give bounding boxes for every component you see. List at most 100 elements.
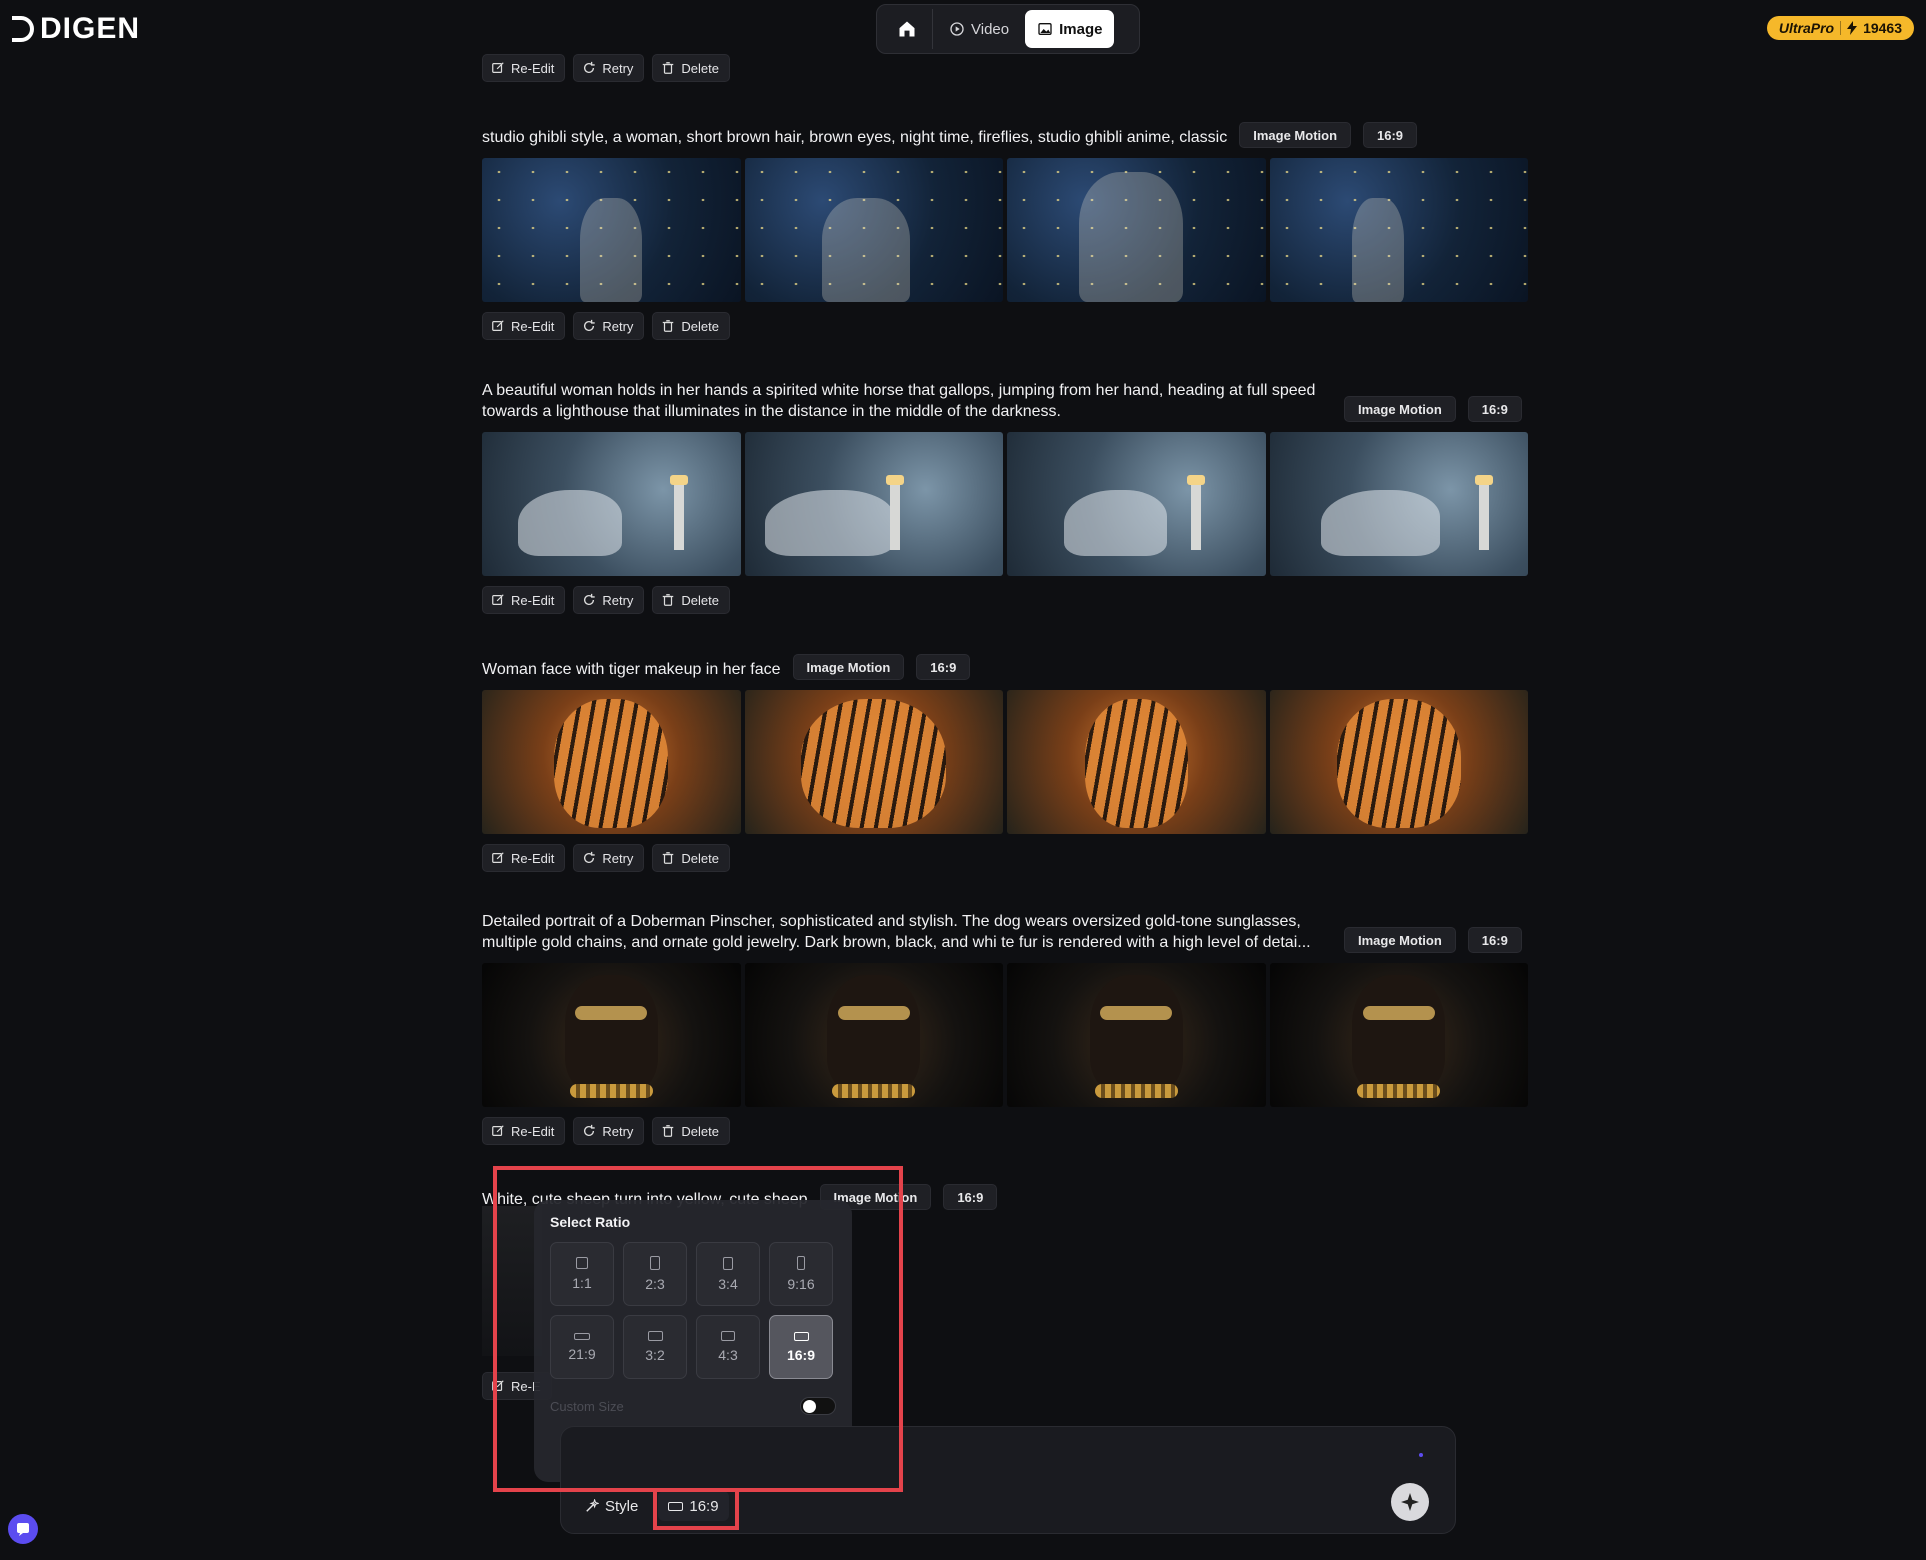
ratio-option-9-16[interactable]: 9:16 xyxy=(769,1242,833,1306)
credits-badge[interactable]: UltraPro 19463 xyxy=(1766,16,1914,40)
generation-card: studio ghibli style, a woman, short brow… xyxy=(482,122,1528,340)
popup-title: Select Ratio xyxy=(550,1214,631,1230)
video-tab-label: Video xyxy=(971,20,1010,38)
delete-label: Delete xyxy=(681,1123,719,1139)
video-icon xyxy=(950,22,964,36)
reedit-button[interactable]: Re-Edit xyxy=(482,586,566,614)
ratio-option-21-9[interactable]: 21:9 xyxy=(550,1315,614,1379)
delete-button[interactable]: Delete xyxy=(652,312,730,340)
ratio-option-4-3[interactable]: 4:3 xyxy=(696,1315,760,1379)
generated-image[interactable] xyxy=(744,690,1003,834)
status-dot xyxy=(1419,1453,1423,1457)
generated-image[interactable] xyxy=(744,963,1003,1107)
generated-image[interactable] xyxy=(744,432,1003,576)
ratio-option-3-2[interactable]: 3:2 xyxy=(623,1315,687,1379)
ratio-option-label: 16:9 xyxy=(786,1346,816,1363)
style-button[interactable]: Style xyxy=(575,1491,648,1521)
reedit-button[interactable]: Re-Edit xyxy=(482,54,566,82)
portrait-ratio-icon xyxy=(723,1256,733,1270)
generation-card: Detailed portrait of a Doberman Pinscher… xyxy=(482,911,1528,1145)
reedit-button[interactable]: Re-Edit xyxy=(482,844,566,872)
generated-image[interactable] xyxy=(482,432,741,576)
retry-button[interactable]: Retry xyxy=(573,54,645,82)
generated-image[interactable] xyxy=(1269,963,1528,1107)
chat-icon xyxy=(17,1523,29,1536)
ratio-option-label: 1:1 xyxy=(572,1275,592,1291)
ratio-option-3-4[interactable]: 3:4 xyxy=(696,1242,760,1306)
delete-button[interactable]: Delete xyxy=(652,1117,730,1145)
reedit-button[interactable]: Re-Edit xyxy=(482,1117,566,1145)
edit-icon xyxy=(492,852,504,863)
thumbnail-row xyxy=(482,158,1528,302)
edit-icon xyxy=(492,320,504,331)
ratio-tag: 16:9 xyxy=(1363,122,1418,148)
ratio-option-label: 3:4 xyxy=(718,1275,738,1292)
ratio-option-1-1[interactable]: 1:1 xyxy=(550,1242,614,1306)
generated-image[interactable] xyxy=(1269,690,1528,834)
digen-logo[interactable]: DIGEN xyxy=(12,12,140,46)
logo-mark-icon xyxy=(12,16,34,42)
custom-size-row: Custom Size xyxy=(550,1397,836,1415)
ratio-option-2-3[interactable]: 2:3 xyxy=(623,1242,687,1306)
retry-button[interactable]: Retry xyxy=(573,586,645,614)
ratio-option-16-9[interactable]: 16:9 xyxy=(769,1315,833,1379)
retry-button[interactable]: Retry xyxy=(573,312,645,340)
image-motion-tag[interactable]: Image Motion xyxy=(1344,396,1456,422)
generated-image[interactable] xyxy=(744,158,1003,302)
generated-image[interactable] xyxy=(1269,158,1528,302)
action-row-top: Re-Edit Retry Delete xyxy=(482,54,730,82)
prompt-row: A beautiful woman holds in her hands a s… xyxy=(482,380,1528,422)
delete-button[interactable]: Delete xyxy=(652,586,730,614)
trash-icon xyxy=(663,852,674,864)
generated-image[interactable] xyxy=(1007,158,1266,302)
trash-icon xyxy=(663,320,674,332)
ratio-option-label: 9:16 xyxy=(787,1276,815,1292)
generated-image[interactable] xyxy=(482,158,741,302)
retry-button[interactable]: Retry xyxy=(573,1117,645,1145)
prompt-text: Detailed portrait of a Doberman Pinscher… xyxy=(482,913,1311,951)
reedit-label: Re-Edit xyxy=(511,592,555,608)
generated-image[interactable] xyxy=(1007,690,1266,834)
image-motion-tag[interactable]: Image Motion xyxy=(1239,122,1352,148)
reedit-label: Re-Edit xyxy=(511,60,555,76)
ratio-option-label: 2:3 xyxy=(645,1276,665,1292)
retry-icon xyxy=(584,593,596,606)
support-chat-button[interactable] xyxy=(8,1514,38,1544)
generated-image[interactable] xyxy=(482,1206,542,1356)
generated-image[interactable] xyxy=(482,963,741,1107)
style-label: Style xyxy=(605,1497,639,1515)
landscape-ratio-icon xyxy=(647,1331,663,1341)
edit-icon xyxy=(492,1125,504,1136)
edit-icon xyxy=(492,594,504,605)
action-row: Re-Edit Retry Delete xyxy=(482,844,1528,872)
style-wand-icon xyxy=(586,1499,599,1512)
reedit-button[interactable]: Re-Edit xyxy=(482,312,566,340)
retry-label: Retry xyxy=(602,850,634,866)
image-motion-tag[interactable]: Image Motion xyxy=(792,654,905,680)
toggle-knob xyxy=(803,1400,816,1413)
generate-button[interactable] xyxy=(1391,1483,1429,1521)
generated-image[interactable] xyxy=(482,690,741,834)
prompt-input-bar[interactable]: Style 16:9 xyxy=(560,1426,1456,1534)
action-row: Re-Edit Retry Delete xyxy=(482,1117,1528,1145)
credits-divider xyxy=(1840,21,1842,35)
generated-image[interactable] xyxy=(1269,432,1528,576)
landscape-ratio-icon xyxy=(721,1331,735,1341)
generated-image[interactable] xyxy=(1007,963,1266,1107)
prompt-text: studio ghibli style, a woman, short brow… xyxy=(482,129,1228,146)
delete-button[interactable]: Delete xyxy=(652,844,730,872)
video-tab[interactable]: Video xyxy=(937,10,1021,48)
retry-button[interactable]: Retry xyxy=(573,844,645,872)
ratio-option-label: 21:9 xyxy=(568,1345,596,1362)
square-ratio-icon xyxy=(576,1257,588,1269)
retry-label: Retry xyxy=(602,1123,634,1139)
delete-button[interactable]: Delete xyxy=(652,54,730,82)
generation-card: A beautiful woman holds in her hands a s… xyxy=(482,380,1528,614)
image-motion-tag[interactable]: Image Motion xyxy=(1344,927,1456,953)
home-button[interactable] xyxy=(881,9,933,49)
image-tab[interactable]: Image xyxy=(1025,10,1115,48)
generated-image[interactable] xyxy=(1007,432,1266,576)
reedit-label: Re-Edit xyxy=(511,318,555,334)
ratio-button[interactable]: 16:9 xyxy=(658,1491,729,1521)
custom-size-toggle[interactable] xyxy=(800,1397,836,1415)
